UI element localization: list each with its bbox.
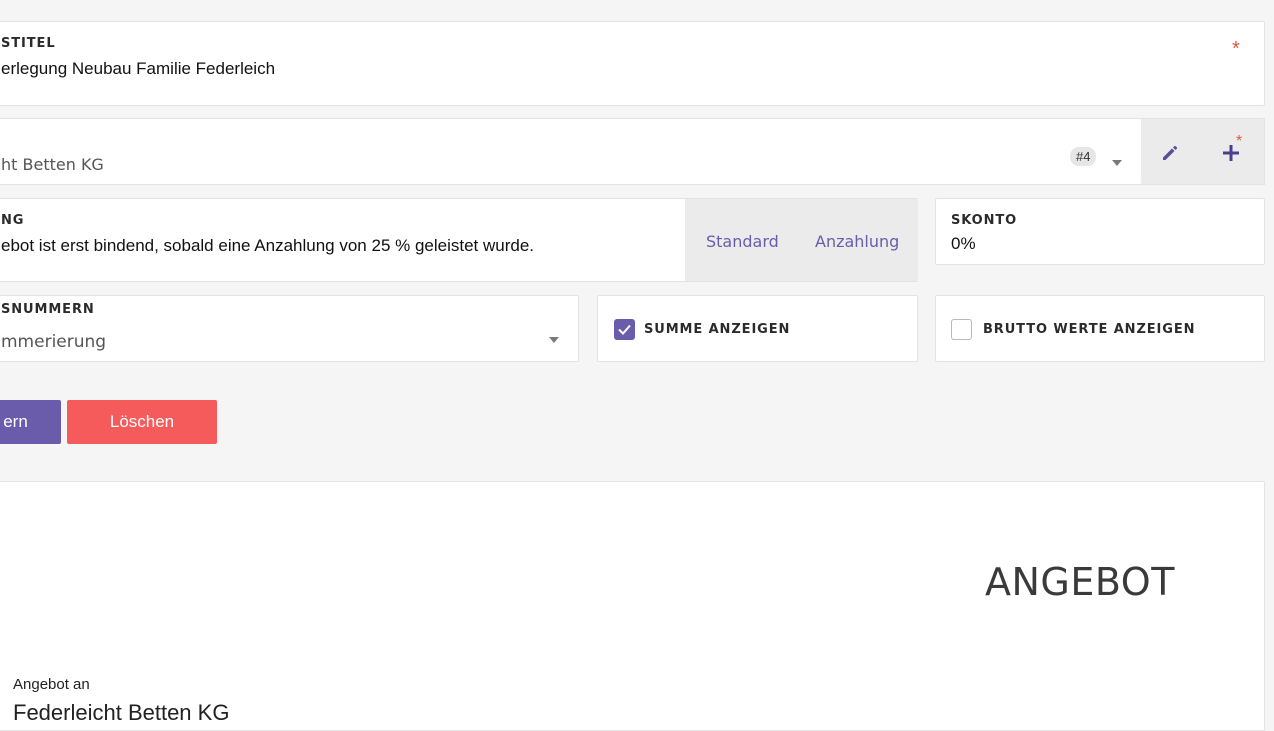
customer-select-value: ht Betten KG (1, 155, 104, 174)
delete-button[interactable]: Löschen (67, 400, 217, 444)
pencil-icon (1163, 145, 1178, 160)
offer-title-value[interactable]: erlegung Neubau Familie Federleich (1, 59, 275, 79)
gross-values-label: BRUTTO WERTE ANZEIGEN (983, 322, 1196, 337)
numbering-label: SNUMMERN (1, 302, 95, 317)
customer-number-badge: #4 (1070, 147, 1097, 166)
chevron-down-icon[interactable] (1112, 160, 1122, 166)
customer-select[interactable]: ht Betten KG #4 (0, 118, 1142, 185)
recipient-label: Angebot an (13, 676, 90, 693)
condition-field[interactable]: NG ebot ist erst bindend, sobald eine An… (0, 198, 918, 282)
edit-customer-button[interactable] (1141, 118, 1202, 185)
numbering-select[interactable]: SNUMMERN mmerierung (0, 295, 579, 362)
recipient-name: Federleicht Betten KG (13, 700, 230, 725)
offer-title-field[interactable]: STITEL erlegung Neubau Familie Federleic… (0, 21, 1265, 106)
add-required-marker: * (1236, 133, 1243, 150)
gross-values-option[interactable]: BRUTTO WERTE ANZEIGEN (935, 295, 1265, 362)
chevron-down-icon[interactable] (549, 337, 559, 343)
skonto-value[interactable]: 0% (951, 234, 976, 254)
skonto-label: SKONTO (951, 213, 1018, 228)
skonto-field[interactable]: SKONTO 0% (935, 198, 1265, 265)
show-sum-checkbox[interactable] (614, 319, 635, 340)
offer-title-label: STITEL (1, 36, 56, 51)
preview-heading: ANGEBOT (985, 560, 1175, 604)
add-customer-button[interactable]: * (1202, 118, 1265, 185)
gross-values-checkbox[interactable] (951, 319, 972, 340)
option-anzahlung[interactable]: Anzahlung (815, 232, 899, 251)
show-sum-option[interactable]: SUMME ANZEIGEN (597, 295, 918, 362)
required-marker: * (1232, 38, 1240, 60)
condition-options: Standard Anzahlung (685, 199, 918, 281)
document-preview: ANGEBOT Angebot an Federleicht Betten KG (0, 481, 1265, 731)
numbering-value: mmerierung (1, 332, 107, 352)
condition-value[interactable]: ebot ist erst bindend, sobald eine Anzah… (1, 236, 534, 256)
condition-label: NG (1, 213, 25, 228)
show-sum-label: SUMME ANZEIGEN (644, 322, 791, 337)
option-standard[interactable]: Standard (706, 232, 779, 251)
save-button[interactable]: ern (0, 400, 61, 444)
checkmark-icon (618, 324, 631, 335)
